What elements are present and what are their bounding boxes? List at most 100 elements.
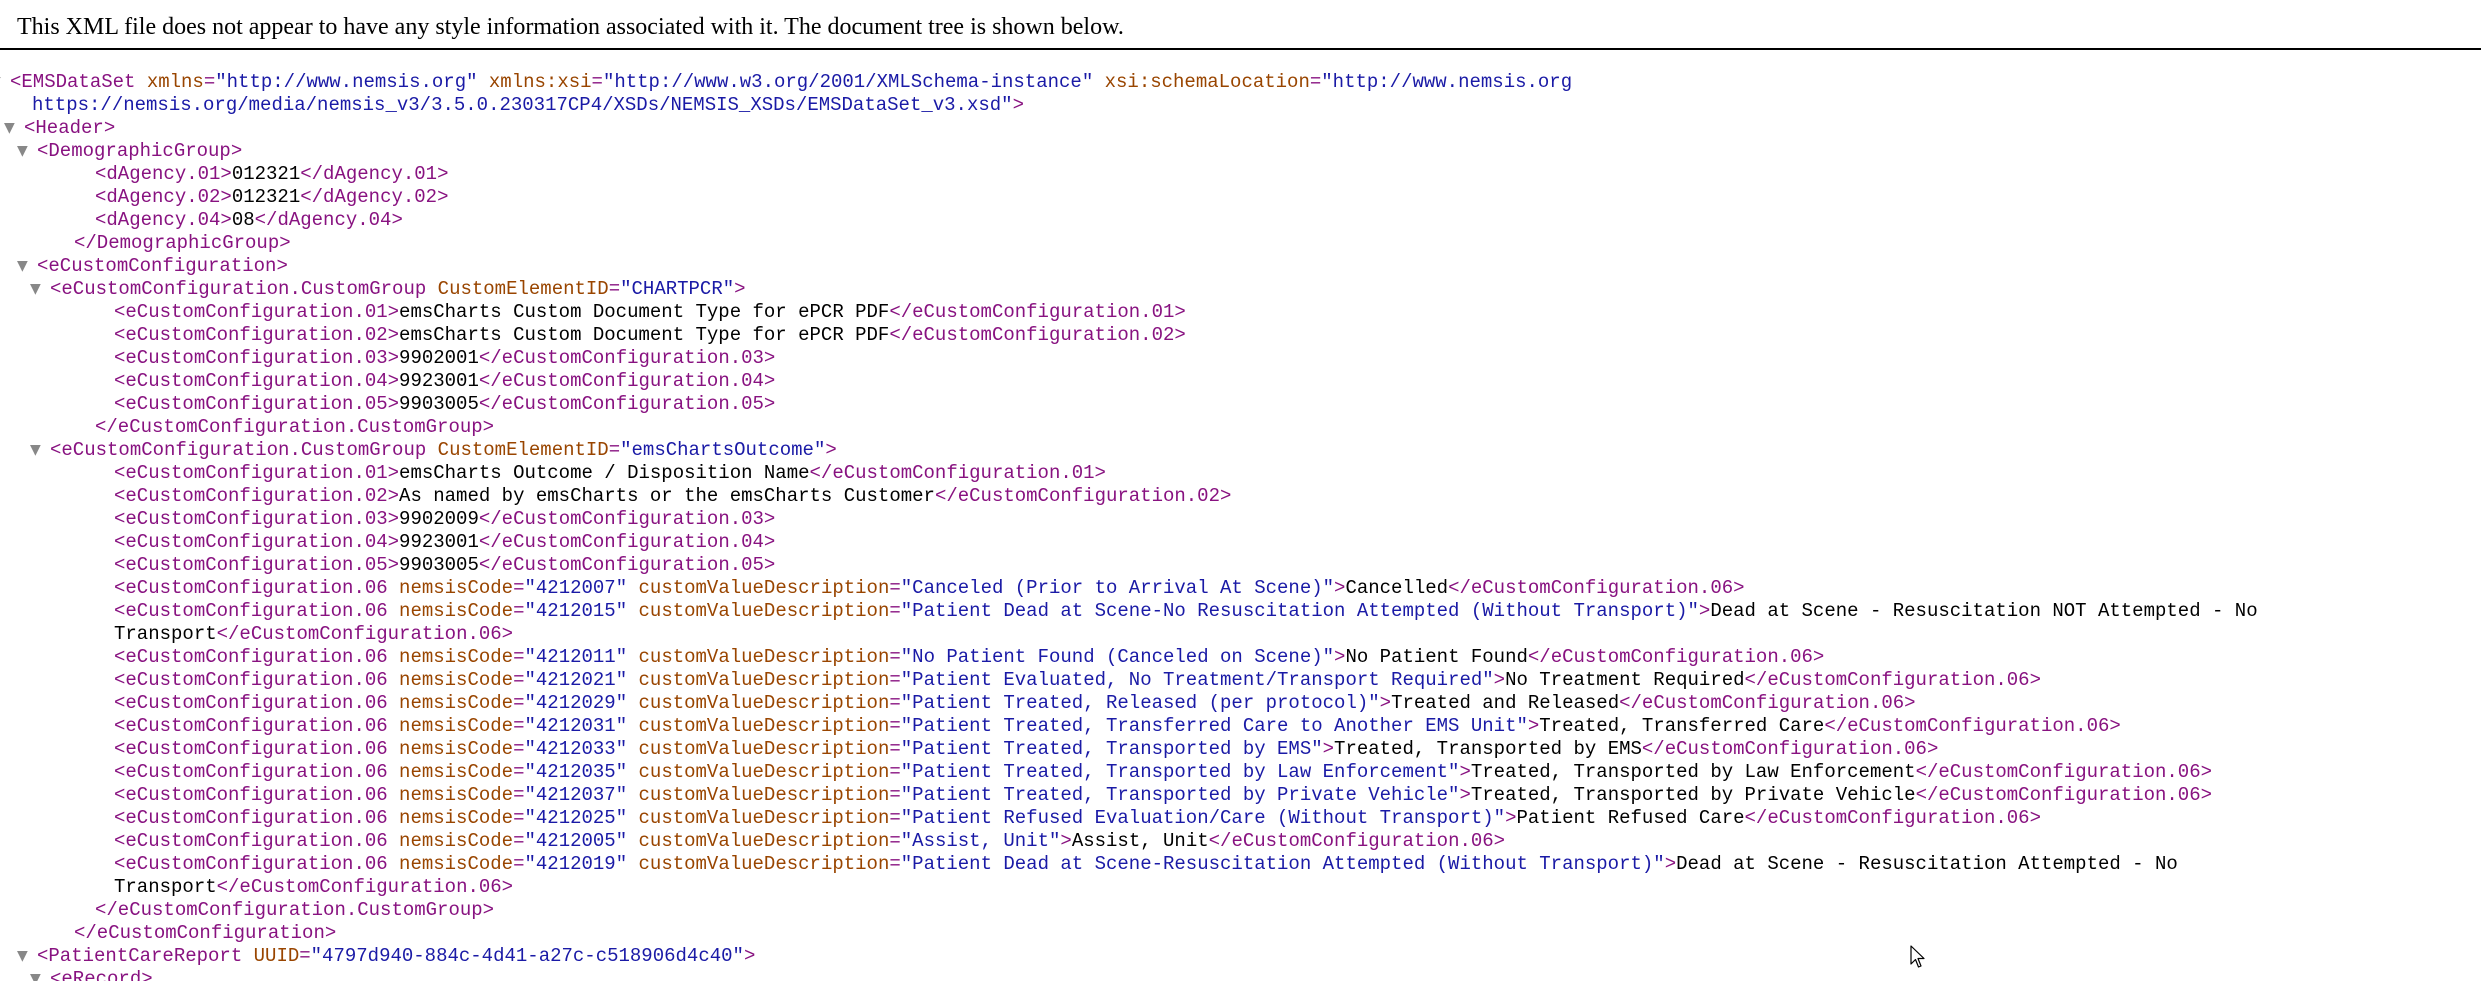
xml-tag: > xyxy=(1505,807,1517,829)
xml-tag: <eCustomConfiguration.06 xyxy=(114,669,400,691)
xml-line: <eCustomConfiguration.01>emsCharts Custo… xyxy=(114,301,1186,324)
xml-line: ▼ <eCustomConfiguration> xyxy=(17,255,288,278)
xml-text: 08 xyxy=(231,209,255,231)
xml-line: <eCustomConfiguration.06 nemsisCode="421… xyxy=(114,646,1824,669)
xml-attribute-value: "4212011" xyxy=(524,646,628,668)
xml-tag: = xyxy=(513,761,525,783)
xml-attribute-name: UUID xyxy=(253,945,300,967)
xml-attribute-value: "4212031" xyxy=(524,715,628,737)
xml-line: <eCustomConfiguration.04>9923001</eCusto… xyxy=(114,370,775,393)
xml-tag: = xyxy=(513,807,525,829)
xml-attribute-name: xmlns xyxy=(146,71,204,93)
xml-tag: <eCustomConfiguration.04> xyxy=(114,370,400,392)
xml-tag: = xyxy=(513,830,525,852)
xml-tag: = xyxy=(889,669,901,691)
xml-text: emsCharts Custom Document Type for ePCR … xyxy=(399,324,890,346)
xml-attribute-name: customValueDescription xyxy=(627,761,890,783)
xml-attribute-value: "Patient Dead at Scene-No Resuscitation … xyxy=(900,600,1699,622)
xml-attribute-value: "4212037" xyxy=(524,784,628,806)
triangle-down-icon[interactable]: ▼ xyxy=(4,117,24,140)
xml-tag: = xyxy=(513,669,525,691)
xml-attribute-value: "Patient Refused Evaluation/Care (Withou… xyxy=(900,807,1506,829)
xml-tag: <eCustomConfiguration.05> xyxy=(114,393,400,415)
xml-line: <eCustomConfiguration.06 nemsisCode="421… xyxy=(114,830,1505,853)
xml-tag: </eCustomConfiguration.06> xyxy=(1619,692,1916,714)
xml-text: 9903005 xyxy=(399,554,479,576)
triangle-down-icon[interactable]: ▼ xyxy=(17,140,37,163)
triangle-down-icon[interactable]: ▼ xyxy=(30,278,50,301)
xml-tag: <dAgency.04> xyxy=(95,209,232,231)
xml-line: <eCustomConfiguration.06 nemsisCode="421… xyxy=(114,715,2121,738)
xml-line: <eCustomConfiguration.06 nemsisCode="421… xyxy=(114,577,1745,600)
xml-tag: = xyxy=(889,830,901,852)
xml-tag: <eCustomConfiguration.06 xyxy=(114,600,400,622)
xml-attribute-name: customValueDescription xyxy=(627,692,890,714)
xml-attribute-name: xsi:schemaLocation xyxy=(1093,71,1310,93)
xml-line: </eCustomConfiguration.CustomGroup> xyxy=(95,899,494,922)
xml-tag: <Header> xyxy=(24,117,116,139)
xml-tag: <eCustomConfiguration.01> xyxy=(114,301,400,323)
xml-text: Treated, Transferred Care xyxy=(1539,715,1825,737)
xml-tag: <eCustomConfiguration.06 xyxy=(114,830,400,852)
xml-attribute-value: "Patient Treated, Transported by EMS" xyxy=(900,738,1323,760)
xml-line: <eCustomConfiguration.03>9902001</eCusto… xyxy=(114,347,775,370)
xml-tag: = xyxy=(889,784,901,806)
xml-line: ▼ <Header> xyxy=(4,117,115,140)
xml-tag: = xyxy=(1309,71,1322,93)
xml-tag: = xyxy=(513,692,525,714)
xml-line: ▼ <PatientCareReport UUID="4797d940-884c-… xyxy=(17,945,755,968)
xml-attribute-value: "4212029" xyxy=(524,692,628,714)
xml-attribute-value: "Patient Dead at Scene-Resuscitation Att… xyxy=(900,853,1665,875)
xml-tag: > xyxy=(1493,669,1506,691)
xml-attribute-name: xmlns:xsi xyxy=(477,71,592,93)
xml-attribute-name: nemsisCode xyxy=(399,807,514,829)
xml-tag: = xyxy=(591,71,603,93)
xml-line: ▼ <eCustomConfiguration.CustomGroup Custo… xyxy=(30,278,746,301)
xml-tag: > xyxy=(1698,600,1711,622)
xml-tag: <PatientCareReport xyxy=(37,945,254,967)
xml-tag: = xyxy=(608,439,621,461)
triangle-down-icon[interactable]: ▼ xyxy=(0,71,10,94)
xml-tag: = xyxy=(513,577,525,599)
xml-text: Treated, Transported by Private Vehicle xyxy=(1470,784,1916,806)
xml-attribute-value: "Assist, Unit" xyxy=(900,830,1061,852)
xml-text: Dead at Scene - Resuscitation NOT Attemp… xyxy=(1710,600,2258,622)
xml-attribute-name: nemsisCode xyxy=(399,761,514,783)
xml-line: <eCustomConfiguration.05>9903005</eCusto… xyxy=(114,554,775,577)
triangle-down-icon[interactable]: ▼ xyxy=(17,255,37,278)
xml-attribute-name: customValueDescription xyxy=(627,738,890,760)
xml-tag: <eCustomConfiguration.06 xyxy=(114,807,400,829)
xml-attribute-name: nemsisCode xyxy=(399,577,514,599)
xml-attribute-name: customValueDescription xyxy=(627,807,890,829)
xml-text: 012321 xyxy=(231,186,301,208)
triangle-down-icon[interactable]: ▼ xyxy=(17,945,37,968)
xml-text: 9923001 xyxy=(399,370,479,392)
xml-tag: </eCustomConfiguration.06> xyxy=(1915,784,2213,806)
xml-text: Dead at Scene - Resuscitation Attempted … xyxy=(1676,853,2178,875)
xml-attribute-value: "4212025" xyxy=(524,807,628,829)
xml-attribute-value: "Canceled (Prior to Arrival At Scene)" xyxy=(900,577,1335,599)
triangle-down-icon[interactable]: ▼ xyxy=(30,439,50,462)
xml-text: 9903005 xyxy=(399,393,479,415)
xml-line: ▼ <DemographicGroup> xyxy=(17,140,242,163)
xml-attribute-value: "4212033" xyxy=(524,738,628,760)
xml-tag: <eCustomConfiguration.03> xyxy=(114,347,400,369)
xml-text: Cancelled xyxy=(1345,577,1449,599)
xml-text: emsCharts Outcome / Disposition Name xyxy=(399,462,810,484)
xml-tag: </eCustomConfiguration.05> xyxy=(478,393,776,415)
xml-tag: > xyxy=(1334,577,1346,599)
xml-line: <eCustomConfiguration.01>emsCharts Outco… xyxy=(114,462,1106,485)
xml-tag: = xyxy=(889,761,901,783)
xml-text: Transport xyxy=(114,623,217,645)
xml-attribute-name: CustomElementID xyxy=(437,278,609,300)
xml-attribute-value: "Patient Treated, Transported by Private… xyxy=(900,784,1460,806)
xml-line: <eCustomConfiguration.06 nemsisCode="421… xyxy=(114,853,2178,876)
xml-tag: </eCustomConfiguration.04> xyxy=(478,370,776,392)
xml-tag: </dAgency.04> xyxy=(254,209,403,231)
xml-tag: = xyxy=(889,692,901,714)
xml-line: <eCustomConfiguration.06 nemsisCode="421… xyxy=(114,738,1938,761)
xml-text: 9902001 xyxy=(399,347,479,369)
xml-tag: <eCustomConfiguration.04> xyxy=(114,531,400,553)
triangle-down-icon[interactable]: ▼ xyxy=(30,968,50,981)
xml-text: Treated, Transported by Law Enforcement xyxy=(1470,761,1916,783)
